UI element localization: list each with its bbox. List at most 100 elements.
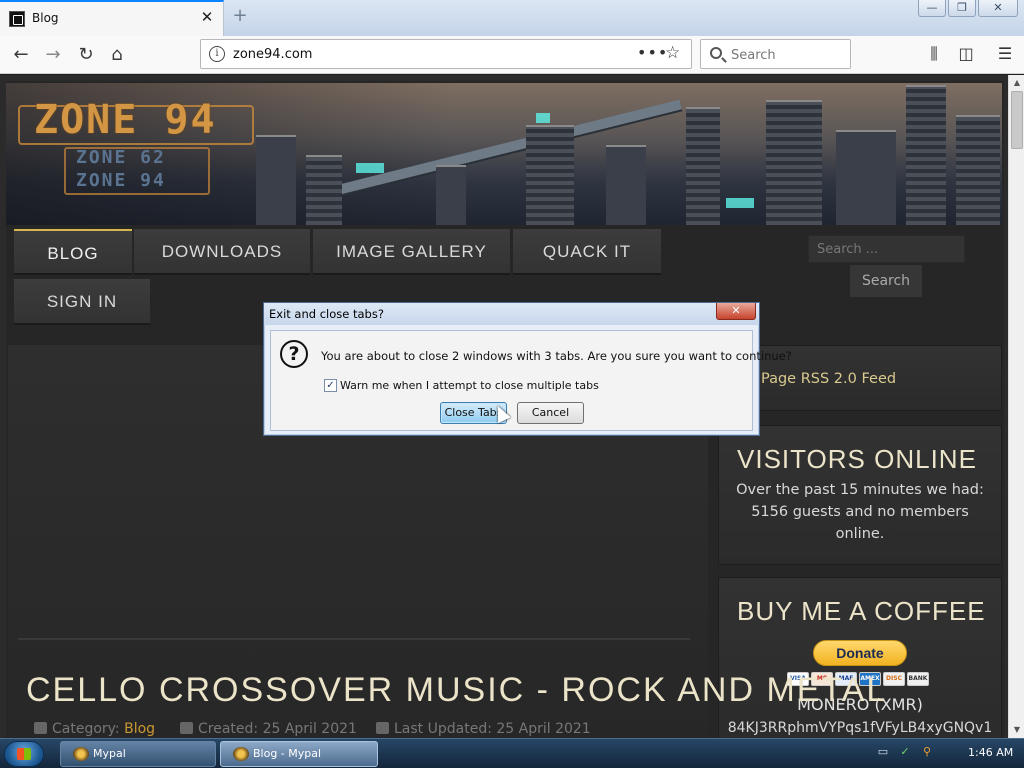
- home-icon[interactable]: ⌂: [102, 40, 132, 70]
- banner-neon-sign: [536, 113, 550, 123]
- question-icon: ?: [280, 340, 308, 368]
- dialog-message: You are about to close 2 windows with 3 …: [321, 349, 792, 363]
- nav-item-quack-it[interactable]: QUACK IT: [513, 229, 661, 275]
- url-bar[interactable]: i zone94.com ••• ☆: [200, 39, 692, 69]
- network-icon[interactable]: ✓: [898, 745, 912, 759]
- browser-search-bar[interactable]: Search: [700, 39, 851, 69]
- banner-building: [836, 130, 896, 225]
- visitors-line: online.: [835, 526, 885, 542]
- article-created: Created: 25 April 2021: [180, 721, 357, 737]
- new-tab-icon[interactable]: +: [230, 6, 250, 26]
- dialog-title: Exit and close tabs?: [269, 307, 384, 321]
- dialog-close-button[interactable]: ✕: [716, 303, 756, 320]
- site-favicon-icon: [9, 11, 25, 27]
- banner-neon-sign: [726, 198, 754, 208]
- scroll-down-icon[interactable]: ▼: [1009, 722, 1024, 738]
- mypal-icon: [233, 747, 249, 761]
- site-logo[interactable]: ZONE 94: [34, 97, 217, 143]
- coffee-title: BUY ME A COFFEE: [737, 596, 986, 626]
- banner-building: [256, 135, 296, 225]
- browser-tab[interactable]: Blog ✕: [0, 0, 224, 36]
- banner-building: [306, 155, 342, 225]
- exit-confirm-dialog: Exit and close tabs? ✕ ? You are about t…: [263, 302, 792, 436]
- warn-checkbox[interactable]: ✓: [324, 379, 337, 392]
- banner-building: [766, 100, 822, 225]
- scroll-up-icon[interactable]: ▲: [1009, 75, 1024, 91]
- site-banner: ZONE 94 ZONE 62 ZONE 94: [6, 83, 1002, 225]
- start-button[interactable]: [4, 741, 44, 767]
- warn-checkbox-label[interactable]: Warn me when I attempt to close multiple…: [340, 379, 599, 392]
- visitors-title: VISITORS ONLINE: [737, 444, 977, 474]
- calendar-icon: [180, 722, 193, 734]
- search-tray-icon[interactable]: ⚲: [920, 745, 934, 759]
- minimize-button[interactable]: —: [918, 0, 946, 17]
- cancel-button[interactable]: Cancel: [517, 402, 584, 424]
- close-tab-icon[interactable]: ✕: [197, 7, 217, 27]
- nav-item-downloads[interactable]: DOWNLOADS: [134, 229, 310, 275]
- banner-building: [436, 165, 466, 225]
- vertical-scrollbar[interactable]: ▲ ▼: [1008, 75, 1024, 738]
- taskbar-item-mypal[interactable]: Mypal: [60, 741, 216, 767]
- window-controls: — ❐ ✕: [918, 0, 1018, 18]
- folder-icon: [34, 722, 47, 734]
- banner-building: [526, 125, 574, 225]
- banner-building: [906, 85, 946, 225]
- url-text[interactable]: zone94.com: [233, 47, 312, 62]
- logo-subtitle: ZONE 62: [76, 147, 166, 168]
- calendar-icon: [376, 722, 389, 734]
- system-tray: ▭ ✓ ⚲: [876, 745, 934, 759]
- restore-button[interactable]: ❐: [948, 0, 976, 17]
- title-bar: Blog ✕ + — ❐ ✕: [0, 0, 1024, 36]
- back-icon[interactable]: ←: [6, 40, 36, 70]
- visitors-line: Over the past 15 minutes we had:: [736, 482, 984, 498]
- site-search-input[interactable]: Search ...: [808, 235, 965, 263]
- window-close-button[interactable]: ✕: [978, 0, 1018, 17]
- donate-button[interactable]: Donate: [813, 640, 907, 666]
- page-actions-icon[interactable]: •••: [637, 43, 668, 62]
- taskbar-item-label: Blog - Mypal: [253, 747, 322, 760]
- taskbar-item-label: Mypal: [93, 747, 126, 760]
- nav-item-blog[interactable]: BLOG: [14, 229, 132, 275]
- nav-item-sign-in[interactable]: SIGN IN: [14, 279, 150, 325]
- navigation-toolbar: ← → ↻ ⌂ i zone94.com ••• ☆ Search ⫼ ◫ ☰: [0, 36, 1024, 74]
- bookmark-star-icon[interactable]: ☆: [665, 43, 680, 63]
- menu-icon[interactable]: ☰: [993, 42, 1017, 66]
- taskbar-item-blog-mypal[interactable]: Blog - Mypal: [220, 741, 378, 767]
- content-divider: [18, 638, 690, 640]
- rss-feed-link[interactable]: Page RSS 2.0 Feed: [761, 371, 896, 387]
- scroll-thumb[interactable]: [1011, 91, 1023, 149]
- logo-subtitle: ZONE 94: [76, 170, 166, 191]
- keyboard-icon[interactable]: ▭: [876, 745, 890, 759]
- banner-neon-sign: [356, 163, 384, 173]
- updated-date: Last Updated: 25 April 2021: [394, 721, 591, 737]
- banner-building: [686, 107, 720, 225]
- visitors-line: 5156 guests and no members: [751, 504, 969, 520]
- banner-building: [956, 115, 1000, 225]
- dialog-titlebar[interactable]: Exit and close tabs? ✕: [264, 303, 759, 325]
- article-title[interactable]: CELLO CROSSOVER MUSIC - ROCK AND METAL: [26, 671, 887, 710]
- created-date: Created: 25 April 2021: [198, 721, 357, 737]
- category-label: Category:: [52, 721, 120, 737]
- dialog-body: ? You are about to close 2 windows with …: [270, 330, 792, 431]
- site-info-icon[interactable]: i: [209, 46, 225, 62]
- search-icon: [710, 47, 722, 59]
- category-link[interactable]: Blog: [124, 721, 155, 737]
- visitors-widget: VISITORS ONLINE Over the past 15 minutes…: [718, 425, 1002, 565]
- taskbar: Mypal Blog - Mypal ▭ ✓ ⚲ 1:46 AM: [0, 738, 1024, 768]
- banner-building: [606, 145, 646, 225]
- site-search-placeholder: Search ...: [817, 242, 879, 257]
- article-updated: Last Updated: 25 April 2021: [376, 721, 591, 737]
- nav-item-image-gallery[interactable]: IMAGE GALLERY: [313, 229, 510, 275]
- site-search-button[interactable]: Search: [850, 265, 922, 297]
- reload-icon[interactable]: ↻: [71, 40, 101, 70]
- sidebar-icon[interactable]: ◫: [954, 42, 978, 66]
- library-icon[interactable]: ⫼: [922, 42, 946, 66]
- article-category: Category: Blog: [34, 721, 155, 737]
- monero-address: 84KJ3RRphmVYPqs1fVFyLB4xyGNQv1: [727, 720, 993, 736]
- mypal-icon: [73, 747, 89, 761]
- clock[interactable]: 1:46 AM: [968, 746, 1013, 759]
- tab-title: Blog: [32, 11, 59, 25]
- search-placeholder: Search: [731, 48, 776, 63]
- forward-icon[interactable]: →: [38, 40, 68, 70]
- bank-card-icon: BANK: [907, 672, 929, 686]
